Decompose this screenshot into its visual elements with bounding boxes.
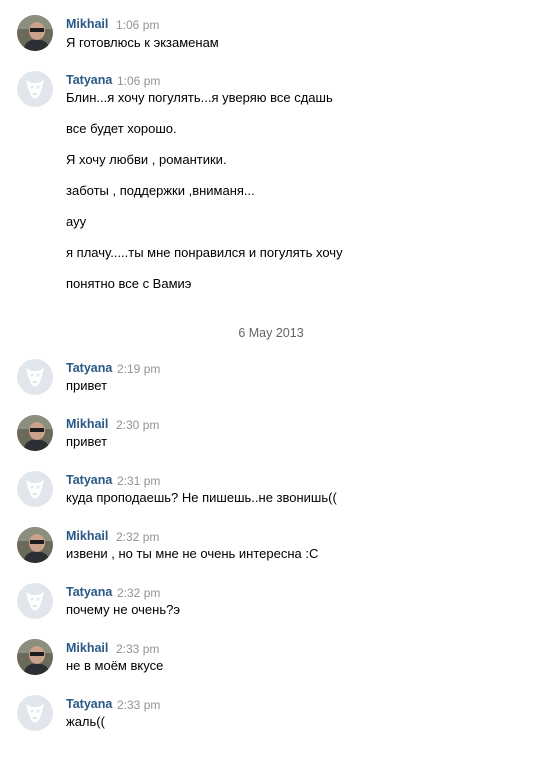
message-time[interactable]: 2:33 pm bbox=[117, 698, 160, 712]
avatar[interactable] bbox=[17, 415, 53, 451]
avatar[interactable] bbox=[17, 471, 53, 507]
author-name[interactable]: Tatyana bbox=[66, 361, 112, 375]
user-photo-icon bbox=[17, 415, 53, 451]
avatar[interactable] bbox=[17, 639, 53, 675]
message-time[interactable]: 2:33 pm bbox=[116, 642, 159, 656]
message-text: Блин...я хочу погулять...я уверяю все сд… bbox=[66, 90, 333, 105]
avatar[interactable] bbox=[17, 359, 53, 395]
message-text: Я хочу любви , романтики. bbox=[66, 152, 227, 167]
message-time[interactable]: 1:06 pm bbox=[117, 74, 160, 88]
author-name[interactable]: Mikhail bbox=[66, 641, 108, 655]
date-separator: 6 May 2013 bbox=[238, 326, 304, 340]
author-name[interactable]: Tatyana bbox=[66, 73, 112, 87]
dog-placeholder-icon bbox=[17, 71, 53, 107]
dog-placeholder-icon bbox=[17, 695, 53, 731]
message-text: привет bbox=[66, 378, 108, 393]
user-photo-icon bbox=[17, 639, 53, 675]
message-time[interactable]: 2:30 pm bbox=[116, 418, 159, 432]
message-text: я плачу.....ты мне понравился и погулять… bbox=[66, 245, 343, 260]
message-text: почему не очень?э bbox=[66, 602, 180, 617]
avatar[interactable] bbox=[17, 15, 53, 51]
message-time[interactable]: 1:06 pm bbox=[116, 18, 159, 32]
message-text: извени , но ты мне не очень интересна :С bbox=[66, 546, 319, 561]
message-text: Я готовлюсь к экзаменам bbox=[66, 35, 219, 50]
message-text: понятно все с Вамиэ bbox=[66, 276, 192, 291]
author-name[interactable]: Tatyana bbox=[66, 473, 112, 487]
message-text: привет bbox=[66, 434, 108, 449]
message-time[interactable]: 2:32 pm bbox=[116, 530, 159, 544]
dog-placeholder-icon bbox=[17, 471, 53, 507]
author-name[interactable]: Mikhail bbox=[66, 17, 108, 31]
message-text: не в моём вкусе bbox=[66, 658, 164, 673]
dog-placeholder-icon bbox=[17, 359, 53, 395]
message-time[interactable]: 2:31 pm bbox=[117, 474, 160, 488]
dog-placeholder-icon bbox=[17, 583, 53, 619]
author-name[interactable]: Tatyana bbox=[66, 697, 112, 711]
message-text: ауу bbox=[66, 214, 87, 229]
author-name[interactable]: Mikhail bbox=[66, 417, 108, 431]
avatar[interactable] bbox=[17, 583, 53, 619]
avatar[interactable] bbox=[17, 695, 53, 731]
message-text: заботы , поддержки ,вниманя... bbox=[66, 183, 255, 198]
message-time[interactable]: 2:32 pm bbox=[117, 586, 160, 600]
message-time[interactable]: 2:19 pm bbox=[117, 362, 160, 376]
author-name[interactable]: Tatyana bbox=[66, 585, 112, 599]
user-photo-icon bbox=[17, 527, 53, 563]
user-photo-icon bbox=[17, 15, 53, 51]
message-text: жаль(( bbox=[66, 714, 105, 729]
avatar[interactable] bbox=[17, 527, 53, 563]
message-text: куда проподаешь? Не пишешь..не звонишь(( bbox=[66, 490, 337, 505]
avatar[interactable] bbox=[17, 71, 53, 107]
message-text: все будет хорошо. bbox=[66, 121, 177, 136]
author-name[interactable]: Mikhail bbox=[66, 529, 108, 543]
